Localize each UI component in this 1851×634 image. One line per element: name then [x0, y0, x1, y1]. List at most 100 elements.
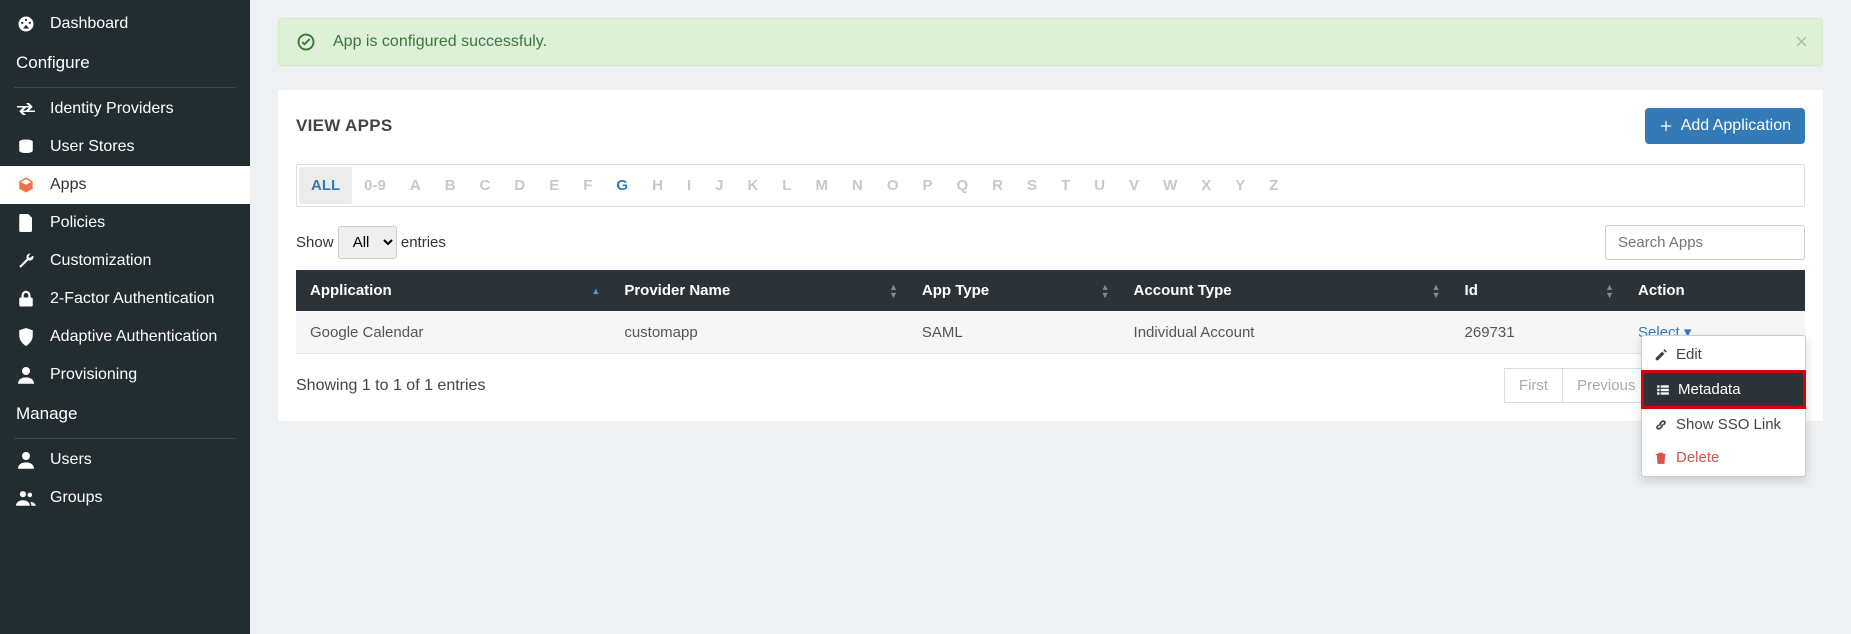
alert-message: App is configured successfuly.: [333, 33, 547, 51]
alpha-filter-l[interactable]: L: [770, 167, 803, 204]
sidebar-item-label: Dashboard: [50, 15, 128, 33]
alpha-filter-h[interactable]: H: [640, 167, 675, 204]
col-provider-name[interactable]: Provider Name▲▼: [610, 270, 908, 311]
cell-application: Google Calendar: [296, 311, 610, 354]
success-alert: App is configured successfuly. ×: [278, 18, 1823, 66]
add-application-button[interactable]: Add Application: [1645, 108, 1805, 144]
alpha-filter-z[interactable]: Z: [1257, 167, 1290, 204]
trash-icon: [1654, 451, 1668, 465]
sidebar-item-label: Users: [50, 451, 92, 469]
sidebar-item-2fa[interactable]: 2-Factor Authentication: [0, 280, 250, 318]
sidebar-item-label: Provisioning: [50, 366, 137, 384]
alpha-filter-p[interactable]: P: [910, 167, 944, 204]
alpha-filter-o[interactable]: O: [875, 167, 911, 204]
alpha-filter-w[interactable]: W: [1151, 167, 1189, 204]
sidebar-item-groups[interactable]: Groups: [0, 479, 250, 517]
alpha-filter-a[interactable]: A: [398, 167, 433, 204]
sidebar-item-dashboard[interactable]: Dashboard: [0, 5, 250, 43]
plus-icon: [1659, 119, 1673, 133]
sidebar-item-users[interactable]: Users: [0, 441, 250, 479]
link-icon: [1654, 418, 1668, 432]
alpha-filter-k[interactable]: K: [735, 167, 770, 204]
dropdown-edit[interactable]: Edit: [1642, 338, 1805, 371]
sidebar-item-customization[interactable]: Customization: [0, 242, 250, 280]
sidebar-divider: [14, 87, 236, 88]
alpha-filter-s[interactable]: S: [1015, 167, 1049, 204]
sidebar-item-label: Customization: [50, 252, 151, 270]
table-info: Showing 1 to 1 of 1 entries: [296, 377, 485, 395]
sidebar-divider: [14, 438, 236, 439]
alpha-filter-b[interactable]: B: [433, 167, 468, 204]
cell-account-type: Individual Account: [1120, 311, 1451, 354]
sidebar-item-provisioning[interactable]: Provisioning: [0, 356, 250, 394]
sort-icon: ▲▼: [889, 283, 898, 299]
alpha-filter-f[interactable]: F: [571, 167, 604, 204]
sidebar-item-label: Adaptive Authentication: [50, 328, 217, 346]
alpha-filter-0-9[interactable]: 0-9: [352, 167, 398, 204]
shield-icon: [16, 328, 36, 346]
page-previous[interactable]: Previous: [1563, 368, 1650, 403]
action-dropdown-menu: Edit Metadata Show SSO Link Delete: [1641, 335, 1806, 477]
user-icon: [16, 451, 36, 469]
add-button-label: Add Application: [1681, 117, 1791, 135]
dashboard-icon: [16, 15, 36, 33]
alpha-filter-u[interactable]: U: [1082, 167, 1117, 204]
alpha-filter-v[interactable]: V: [1117, 167, 1151, 204]
alpha-filter-m[interactable]: M: [803, 167, 840, 204]
sidebar-item-user-stores[interactable]: User Stores: [0, 128, 250, 166]
alpha-filter-d[interactable]: D: [502, 167, 537, 204]
wrench-icon: [16, 252, 36, 270]
sort-icon: ▲▼: [1605, 283, 1614, 299]
edit-icon: [1654, 348, 1668, 362]
cell-app-type: SAML: [908, 311, 1120, 354]
sidebar-item-label: Policies: [50, 214, 105, 232]
alpha-filter-q[interactable]: Q: [945, 167, 981, 204]
cube-icon: [16, 176, 36, 194]
sidebar-item-label: Groups: [50, 489, 102, 507]
col-app-type[interactable]: App Type▲▼: [908, 270, 1120, 311]
database-icon: [16, 138, 36, 156]
entries-select[interactable]: All: [338, 226, 397, 259]
sidebar-group-manage: Manage: [0, 394, 250, 434]
col-action: Action: [1624, 270, 1805, 311]
alpha-filter-i[interactable]: I: [675, 167, 703, 204]
sidebar-item-apps[interactable]: Apps: [0, 166, 250, 204]
user-icon: [16, 366, 36, 384]
alpha-filter-y[interactable]: Y: [1223, 167, 1257, 204]
sidebar-item-policies[interactable]: Policies: [0, 204, 250, 242]
check-circle-icon: [297, 33, 315, 51]
alert-close-button[interactable]: ×: [1795, 29, 1808, 55]
alpha-filter-t[interactable]: T: [1049, 167, 1082, 204]
alpha-filter-c[interactable]: C: [468, 167, 503, 204]
sidebar-item-adaptive-auth[interactable]: Adaptive Authentication: [0, 318, 250, 356]
sidebar-item-label: User Stores: [50, 138, 134, 156]
cell-provider: customapp: [610, 311, 908, 354]
alpha-filter-j[interactable]: J: [703, 167, 735, 204]
search-input[interactable]: [1605, 225, 1805, 260]
dropdown-show-sso[interactable]: Show SSO Link: [1642, 408, 1805, 441]
view-apps-card: VIEW APPS Add Application ALL0-9ABCDEFGH…: [278, 90, 1823, 421]
dropdown-delete[interactable]: Delete: [1642, 441, 1805, 474]
table-row: Google Calendar customapp SAML Individua…: [296, 311, 1805, 354]
users-icon: [16, 490, 36, 506]
alpha-filter-all[interactable]: ALL: [299, 167, 352, 204]
sidebar: Dashboard Configure Identity Providers U…: [0, 0, 250, 634]
show-label-prefix: Show: [296, 234, 334, 251]
sidebar-item-identity-providers[interactable]: Identity Providers: [0, 90, 250, 128]
col-account-type[interactable]: Account Type▲▼: [1120, 270, 1451, 311]
entries-selector: Show All entries: [296, 226, 446, 259]
col-id[interactable]: Id▲▼: [1451, 270, 1625, 311]
alpha-filter-e[interactable]: E: [537, 167, 571, 204]
sidebar-item-label: 2-Factor Authentication: [50, 290, 215, 308]
alpha-filter-g[interactable]: G: [604, 167, 640, 204]
sidebar-item-label: Apps: [50, 176, 86, 194]
document-icon: [16, 214, 36, 232]
alpha-filter-n[interactable]: N: [840, 167, 875, 204]
sidebar-item-label: Identity Providers: [50, 100, 174, 118]
alpha-filter-x[interactable]: X: [1189, 167, 1223, 204]
col-application[interactable]: Application▲: [296, 270, 610, 311]
alpha-filter-r[interactable]: R: [980, 167, 1015, 204]
sort-asc-icon: ▲: [591, 287, 600, 295]
page-first[interactable]: First: [1504, 368, 1563, 403]
dropdown-metadata[interactable]: Metadata: [1641, 370, 1806, 409]
